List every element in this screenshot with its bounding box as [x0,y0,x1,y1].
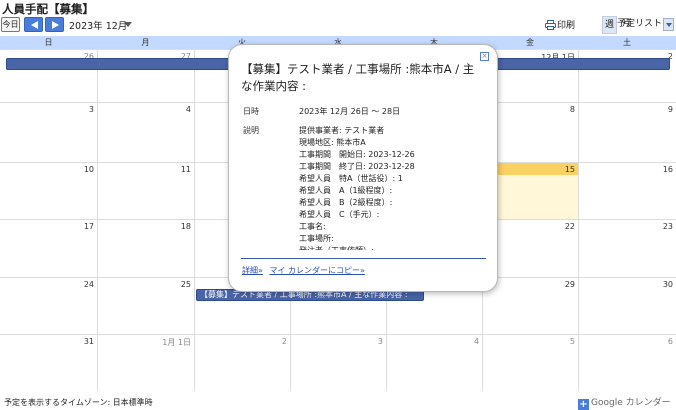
printer-icon [545,20,556,30]
details-link[interactable]: 詳細» [242,266,263,275]
day-number[interactable]: 18 [181,222,191,231]
prev-month-button[interactable] [24,17,43,32]
day-cell[interactable]: 2 [194,335,290,391]
description-line: 希望人員 C（手元）: [299,210,380,219]
day-cell[interactable]: 5 [482,335,578,391]
weekday-sun: 日 [44,38,53,47]
day-cell[interactable]: 3 [0,103,97,162]
next-month-button[interactable] [45,17,64,32]
day-number[interactable]: 4 [186,105,191,114]
agenda-dropdown-icon[interactable] [663,18,674,31]
day-cell[interactable]: 9 [578,103,676,162]
description-line: 工事名: [299,222,326,231]
plus-icon: + [578,399,589,410]
day-number[interactable]: 24 [84,280,94,289]
app-title: 人員手配【募集】 [2,2,94,16]
day-cell[interactable]: 4 [97,103,194,162]
day-number[interactable]: 29 [565,280,575,289]
description-line: 希望人員 B（2級程度）: [299,198,393,207]
popup-date-value: 2023年 12月 26日 〜 28日 [299,107,401,116]
toolbar: 今日 2023年 12月 印刷 週 月 予定リスト [0,16,676,35]
day-cell[interactable]: 1月 1日 [97,335,194,391]
day-cell[interactable]: 4 [386,335,482,391]
day-cell[interactable]: 25 [97,278,194,334]
day-cell[interactable]: 29 [482,278,578,334]
google-calendar-label: Google カレンダー [591,398,671,408]
chevron-down-icon[interactable] [124,22,132,27]
day-number[interactable]: 9 [668,105,673,114]
copy-to-my-calendar-link[interactable]: マイ カレンダーにコピー» [269,266,364,275]
day-cell[interactable]: 6 [578,335,676,391]
popup-description[interactable]: 提供事業者: テスト業者 現場地区: 熊本市A 工事期間 開始日: 2023-12-… [299,125,484,250]
description-line: 発注者（工事依頼）: [299,245,484,250]
popup-divider [241,258,486,259]
today-button[interactable]: 今日 [1,17,20,32]
arrow-left-icon [31,21,38,29]
day-number[interactable]: 31 [84,337,94,346]
day-cell[interactable]: 18 [97,220,194,277]
day-number[interactable]: 8 [570,105,575,114]
google-calendar-badge[interactable]: + Google カレンダー [578,395,671,410]
week-row: 31 1月 1日 2 3 4 5 6 [0,334,676,391]
weekday-sat: 土 [623,38,631,47]
description-line: 工事場所: [299,234,334,243]
description-line: 希望人員 特A（世話役）: 1 [299,174,403,183]
weekday-mon: 月 [141,38,150,47]
day-number[interactable]: 2 [282,337,287,346]
day-number[interactable]: 17 [84,222,94,231]
event-popup: × 【募集】テスト業者 / 工事場所 :熊本市A / 主な作業内容 : 日時 2… [228,44,498,292]
popup-date-label: 日時 [243,107,259,116]
day-cell[interactable]: 23 [578,220,676,277]
day-number[interactable]: 3 [378,337,383,346]
popup-desc-label: 説明 [243,126,259,135]
day-cell[interactable]: 24 [0,278,97,334]
day-cell[interactable]: 16 [578,163,676,219]
day-number[interactable]: 4 [474,337,479,346]
popup-title: 【募集】テスト業者 / 工事場所 :熊本市A / 主な作業内容 : [241,62,475,93]
description-line: 希望人員 A（1級程度）: [299,186,393,195]
tab-agenda[interactable]: 予定リスト [616,16,662,34]
print-button[interactable]: 印刷 [545,18,575,31]
day-cell[interactable]: 17 [0,220,97,277]
day-number[interactable]: 25 [181,280,191,289]
day-number[interactable]: 1月 1日 [162,337,191,348]
description-line: 現場地区: 熊本市A [299,138,366,147]
month-label[interactable]: 2023年 12月 [69,18,127,32]
day-number[interactable]: 6 [668,337,673,346]
day-number[interactable]: 3 [89,105,94,114]
description-line: 工事期間 終了日: 2023-12-28 [299,162,415,171]
day-number[interactable]: 23 [663,222,673,231]
tab-week[interactable]: 週 [602,16,617,34]
day-number[interactable]: 5 [570,337,575,346]
popup-links: 詳細» マイ カレンダーにコピー» [242,265,365,276]
day-cell[interactable]: 11 [97,163,194,219]
day-number[interactable]: 16 [663,165,673,174]
close-icon[interactable]: × [480,52,489,61]
day-number[interactable]: 30 [663,280,673,289]
weekday-fri: 金 [526,38,534,47]
description-line: 提供事業者: テスト業者 [299,126,385,135]
day-number[interactable]: 11 [181,165,191,174]
day-cell[interactable]: 31 [0,335,97,391]
timezone-note: 予定を表示するタイムゾーン: 日本標準時 [4,398,153,407]
print-label: 印刷 [557,21,576,31]
day-number[interactable]: 15 [565,165,575,174]
day-cell[interactable]: 30 [578,278,676,334]
day-cell[interactable]: 10 [0,163,97,219]
day-number[interactable]: 10 [84,165,94,174]
description-line: 工事期間 開始日: 2023-12-26 [299,150,415,159]
day-cell[interactable]: 3 [290,335,386,391]
day-number[interactable]: 22 [565,222,575,231]
arrow-right-icon [52,21,59,29]
